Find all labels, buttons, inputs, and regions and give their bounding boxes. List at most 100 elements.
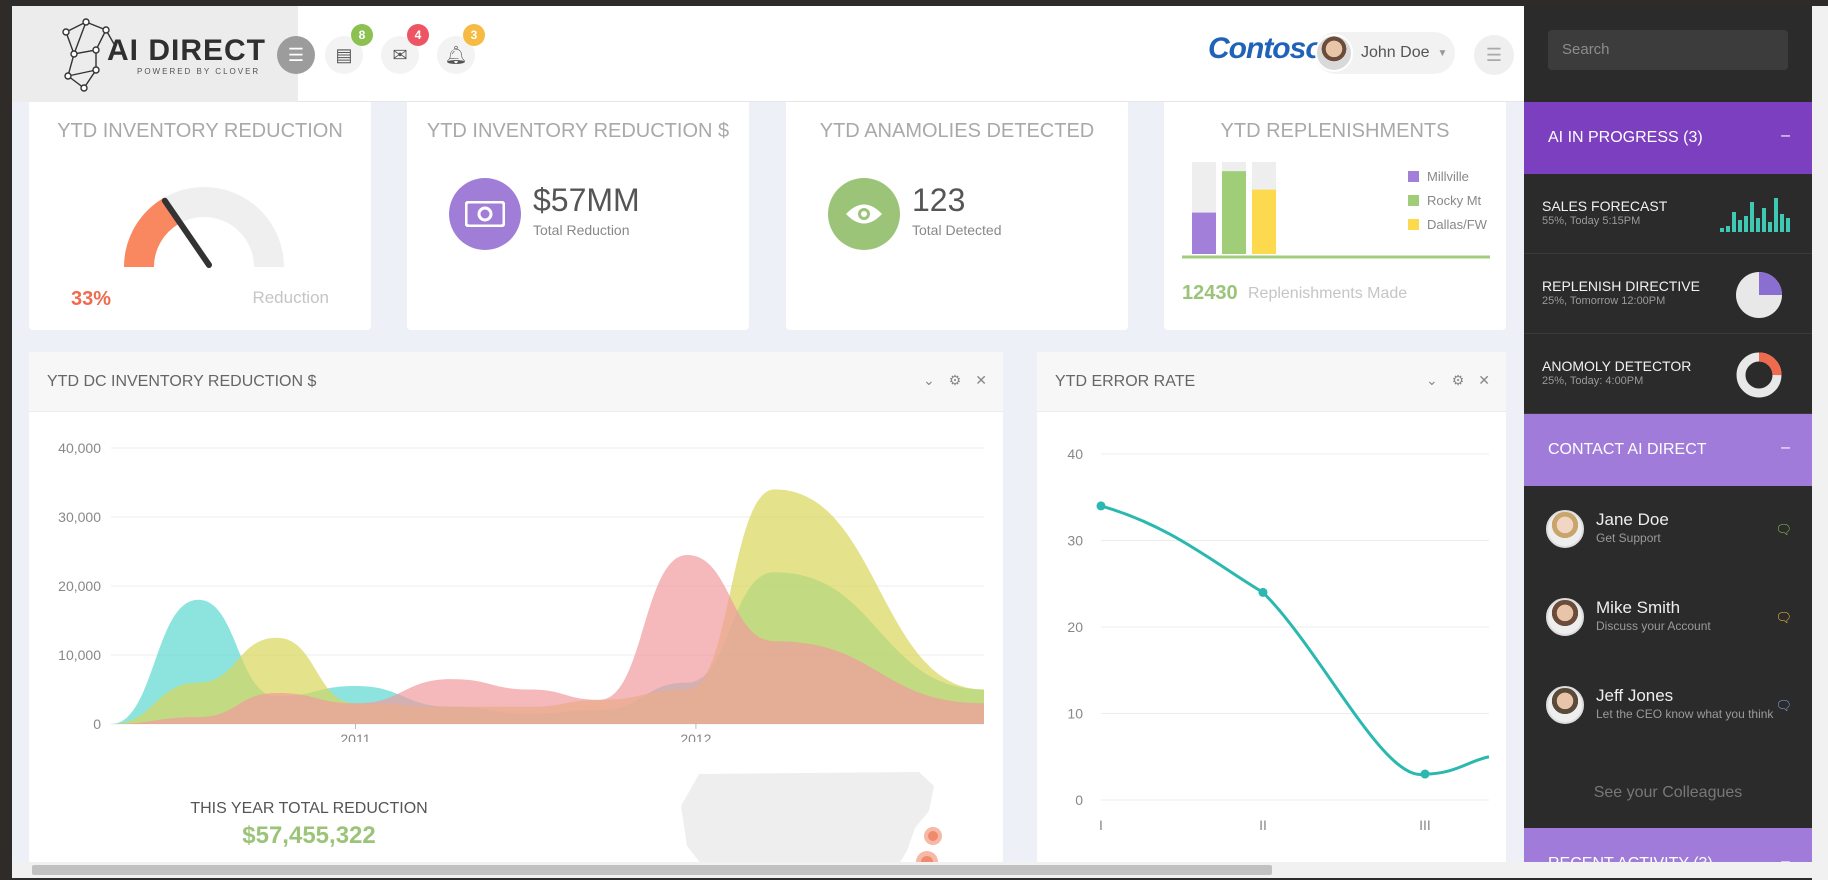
y-tick-label: 40 xyxy=(1067,446,1083,462)
logo-area[interactable]: AI DIRECT POWERED BY CLOVER xyxy=(12,6,298,102)
close-icon[interactable]: ✕ xyxy=(975,372,987,389)
total-reduction-value: $57,455,322 xyxy=(242,822,376,849)
task-replenish-directive[interactable]: REPLENISH DIRECTIVE 25%, Tomorrow 12:00P… xyxy=(1524,254,1812,334)
gear-icon[interactable]: ⚙ xyxy=(949,372,962,389)
logo-text: AI DIRECT xyxy=(107,34,266,67)
kpi-title: YTD INVENTORY REDUCTION xyxy=(57,120,343,142)
vertical-scrollbar[interactable] xyxy=(1812,6,1828,880)
y-tick-label: 40,000 xyxy=(58,440,101,456)
panel-tools: ⌄ ⚙ ✕ xyxy=(1426,372,1490,389)
contoso-brand: Contoso xyxy=(1208,32,1324,65)
legend-item: Dallas/FW xyxy=(1408,212,1487,236)
bar-2 xyxy=(1252,189,1276,254)
avatar xyxy=(1546,510,1584,548)
sidebar-toggle-button[interactable]: ☰ xyxy=(1474,35,1514,75)
kpi-reduction-dollars: YTD INVENTORY REDUCTION $ $57MM Total Re… xyxy=(407,102,749,330)
kpi-anomalies: YTD ANAMOLIES DETECTED 123 Total Detecte… xyxy=(786,102,1128,330)
total-reduction-label: THIS YEAR TOTAL REDUCTION xyxy=(190,800,428,817)
legend-label: Millville xyxy=(1427,168,1469,184)
ai-progress-header[interactable]: AI IN PROGRESS (3) – xyxy=(1524,102,1812,174)
map-shape xyxy=(681,772,934,868)
contact-subtitle: Discuss your Account xyxy=(1596,619,1711,633)
us-map xyxy=(681,772,942,868)
horizontal-scrollbar[interactable] xyxy=(12,862,1812,878)
data-point xyxy=(1258,587,1268,597)
contact-item[interactable]: Jeff Jones Let the CEO know what you thi… xyxy=(1524,662,1812,750)
see-colleagues-link[interactable]: See your Colleagues xyxy=(1524,784,1812,802)
y-tick-label: 30 xyxy=(1067,533,1083,549)
task-title: SALES FORECAST xyxy=(1542,198,1668,214)
replenishment-legend: Millville Rocky Mt Dallas/FW xyxy=(1408,164,1487,236)
y-tick-label: 20 xyxy=(1067,619,1083,635)
scrollbar-thumb[interactable] xyxy=(32,865,1272,875)
y-tick-label: 10 xyxy=(1067,706,1083,722)
mail-button[interactable]: ✉ 4 xyxy=(381,24,429,74)
kpi-value: 123 xyxy=(912,182,966,218)
user-name: John Doe xyxy=(1361,44,1430,61)
kpi-replenishments: YTD REPLENISHMENTS Millville Rocky Mt Dall… xyxy=(1164,102,1506,330)
task-sales-forecast[interactable]: SALES FORECAST 55%, Today 5:15PM xyxy=(1524,174,1812,254)
task-subtitle: 25%, Today: 4:00PM xyxy=(1542,375,1644,387)
contact-header[interactable]: CONTACT AI DIRECT – xyxy=(1524,414,1812,486)
y-tick-label: 30,000 xyxy=(58,509,101,525)
error-rate-line-chart: 403020100I II III xyxy=(1067,446,1490,832)
panel-title: YTD ERROR RATE xyxy=(1055,373,1196,390)
bar-1 xyxy=(1222,171,1246,254)
legend-label: Rocky Mt xyxy=(1427,192,1482,208)
close-icon[interactable]: ✕ xyxy=(1478,372,1490,389)
legend-swatch xyxy=(1408,170,1419,182)
menu-toggle-button[interactable]: ☰ xyxy=(277,36,315,74)
notifications-button[interactable]: 🔔︎ 3 xyxy=(437,24,485,74)
collapse-icon[interactable]: ⌄ xyxy=(923,372,935,389)
user-menu[interactable]: John Doe ▼ xyxy=(1315,32,1455,74)
x-tick-label: 2012 xyxy=(680,731,711,742)
x-tick-label: I xyxy=(1099,817,1103,832)
dashboard-window: AI DIRECT POWERED BY CLOVER ☰ ▤ 8 ✉ 4 🔔︎… xyxy=(12,6,1812,868)
x-tick-label: 2011 xyxy=(340,731,370,742)
task-anomaly-detector[interactable]: ANOMOLY DETECTOR 25%, Today: 4:00PM xyxy=(1524,334,1812,414)
chat-icon[interactable]: 🗨︎ xyxy=(1775,522,1792,538)
contact-name: Jeff Jones xyxy=(1596,686,1674,705)
gear-icon[interactable]: ⚙ xyxy=(1452,372,1465,389)
task-title: REPLENISH DIRECTIVE xyxy=(1542,278,1700,294)
chat-icon[interactable]: 🗨︎ xyxy=(1775,610,1792,626)
chat-icon[interactable]: 🗨︎ xyxy=(1775,698,1792,714)
bell-icon: 🔔︎ xyxy=(444,44,468,65)
task-subtitle: 55%, Today 5:15PM xyxy=(1542,215,1641,227)
kpi-label: Total Reduction xyxy=(533,222,630,238)
x-tick-label: III xyxy=(1419,817,1431,832)
kpi-title: YTD ANAMOLIES DETECTED xyxy=(819,120,1095,142)
donut-chart xyxy=(1736,352,1782,398)
top-bar: AI DIRECT POWERED BY CLOVER ☰ ▤ 8 ✉ 4 🔔︎… xyxy=(12,6,1524,102)
kpi-inventory-reduction: YTD INVENTORY REDUCTION 33% Reduction xyxy=(29,102,371,330)
map-marker-core xyxy=(928,831,938,841)
panel-tools: ⌄ ⚙ ✕ xyxy=(923,372,987,389)
y-tick-label: 10,000 xyxy=(58,647,101,663)
logo-subtitle: POWERED BY CLOVER xyxy=(137,67,261,76)
dc-reduction-panel: YTD DC INVENTORY REDUCTION $ ⌄ ⚙ ✕ 40,00… xyxy=(29,352,1003,868)
server-button[interactable]: ▤ 8 xyxy=(325,24,373,74)
legend-swatch xyxy=(1408,218,1419,230)
kpi-value: $57MM xyxy=(533,182,640,218)
panel-header: YTD DC INVENTORY REDUCTION $ ⌄ ⚙ ✕ xyxy=(29,352,1003,412)
y-tick-label: 20,000 xyxy=(58,578,101,594)
y-tick-label: 0 xyxy=(1075,792,1083,808)
data-point xyxy=(1420,769,1430,779)
contact-item[interactable]: Mike Smith Discuss your Account 🗨︎ xyxy=(1524,574,1812,662)
gauge-chart xyxy=(123,187,284,268)
eye-icon xyxy=(828,178,900,250)
collapse-icon[interactable]: – xyxy=(1781,127,1790,145)
error-rate-panel: YTD ERROR RATE ⌄ ⚙ ✕ 40 30 20 10 0 I II III xyxy=(1037,352,1506,868)
mail-badge: 4 xyxy=(407,24,429,46)
pie-slice xyxy=(1759,272,1782,295)
avatar xyxy=(1546,686,1584,724)
collapse-icon[interactable]: ⌄ xyxy=(1426,372,1438,389)
search-input[interactable]: Search xyxy=(1548,30,1788,70)
collapse-icon[interactable]: – xyxy=(1781,439,1790,457)
server-icon: ▤ xyxy=(335,44,353,65)
task-subtitle: 25%, Tomorrow 12:00PM xyxy=(1542,295,1666,307)
data-point xyxy=(1096,501,1106,511)
notifications-badge: 3 xyxy=(463,24,485,46)
server-badge: 8 xyxy=(351,24,373,46)
contact-item[interactable]: Jane Doe Get Support 🗨︎ xyxy=(1524,486,1812,574)
